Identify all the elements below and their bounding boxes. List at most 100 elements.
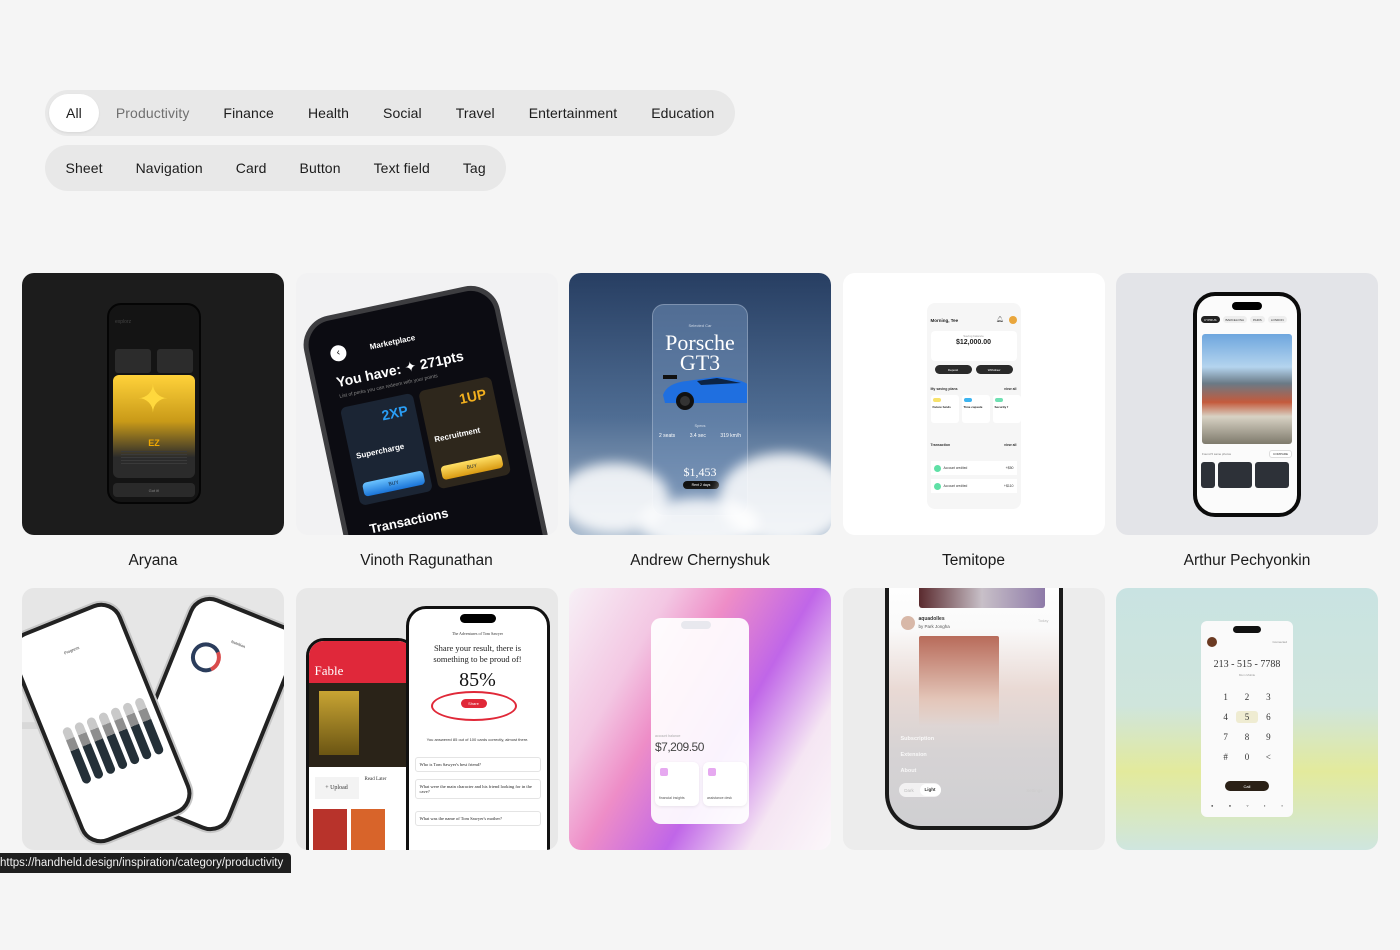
phone-mockup: Morning, Tee 🔔︎ Saving balance $12,000.0… bbox=[926, 303, 1021, 509]
promo-sheet: ✦ EZ bbox=[113, 375, 195, 478]
car-image bbox=[663, 375, 747, 410]
transaction-row: Account credited +$110 bbox=[930, 479, 1017, 493]
dial-key: # bbox=[1223, 752, 1228, 762]
tile-label: assistance desk bbox=[707, 796, 732, 800]
design-card[interactable]: Morning, Tee 🔔︎ Saving balance $12,000.0… bbox=[842, 273, 1105, 588]
balance-amount: $7,209.50 bbox=[655, 740, 704, 754]
design-card[interactable]: explorz ✦ EZ Got it! Aryana bbox=[22, 273, 284, 588]
compare-button: COMPARE bbox=[1269, 450, 1292, 458]
screen-header: Selected Car bbox=[688, 323, 712, 328]
dynamic-island bbox=[459, 614, 496, 623]
design-card[interactable]: account balance $7,209.50 financial insi… bbox=[569, 588, 831, 890]
specs-values: 2 seats 3.4 sec 319 km/h bbox=[659, 433, 741, 439]
plan-name: Time capsule bbox=[963, 405, 983, 409]
dial-key: 8 bbox=[1244, 732, 1250, 742]
author-name[interactable]: Aryana bbox=[128, 535, 177, 588]
filter-chip-productivity[interactable]: Productivity bbox=[99, 94, 207, 132]
filter-chip-entertainment[interactable]: Entertainment bbox=[512, 94, 634, 132]
view-all-link: view all bbox=[1004, 387, 1017, 391]
feature-tile: financial insights bbox=[655, 762, 699, 806]
screen-title: Marketplace bbox=[368, 333, 416, 352]
filter-chip-health[interactable]: Health bbox=[291, 94, 366, 132]
dial-key: 7 bbox=[1223, 732, 1228, 742]
spec-top-speed: 319 km/h bbox=[720, 433, 741, 439]
shield-icon: ▿ bbox=[1246, 803, 1249, 808]
card-thumbnail[interactable]: Connected 213 - 515 - 7788 Mum Mobile 1 … bbox=[1116, 588, 1378, 850]
dial-key: < bbox=[1265, 752, 1271, 762]
filter-chip-finance[interactable]: Finance bbox=[206, 94, 291, 132]
card-thumbnail[interactable]: account balance $7,209.50 financial insi… bbox=[569, 588, 831, 850]
card-thumbnail[interactable]: Selected Car Porsche GT3 Specs 2 seats 3… bbox=[569, 273, 831, 535]
book-title: The Adventures of Tom Sawyer bbox=[452, 631, 503, 636]
dial-key: 4 bbox=[1223, 712, 1228, 722]
lock-icon: ▪ bbox=[1281, 803, 1283, 808]
byline: by Park Jongha bbox=[918, 624, 950, 629]
dynamic-island bbox=[1233, 626, 1261, 633]
filter-chip-button[interactable]: Button bbox=[283, 149, 357, 187]
section-title: Transactions bbox=[367, 505, 450, 535]
design-card[interactable]: —Fitex Nutrition Progress bbox=[22, 588, 284, 890]
plan-card: Future funds bbox=[930, 395, 959, 423]
rent-button: Rent 2 days bbox=[683, 481, 719, 489]
spec-seats: 2 seats bbox=[659, 433, 676, 439]
viewport-clip bbox=[0, 873, 1400, 950]
dial-key: 2 bbox=[1244, 692, 1250, 702]
card-thumbnail[interactable]: CYPRUS BARCELONA PARIS LONDON Found 5 sa… bbox=[1116, 273, 1378, 535]
balance-amount: $12,000.00 bbox=[955, 339, 992, 346]
theme-toggle: Dark Light bbox=[898, 783, 941, 797]
author-name[interactable]: Andrew Chernyshuk bbox=[630, 535, 770, 588]
design-card[interactable]: CYPRUS BARCELONA PARIS LONDON Found 5 sa… bbox=[1116, 273, 1378, 588]
author-name[interactable]: Arthur Pechyonkin bbox=[1184, 535, 1311, 588]
username: aquadolles bbox=[918, 616, 945, 622]
design-card[interactable]: ‹ Marketplace You have: ✦ 271pts List of… bbox=[295, 273, 558, 588]
card-thumbnail[interactable]: Fable + Upload Read Later The Adventures… bbox=[295, 588, 558, 850]
design-card[interactable]: Connected 213 - 515 - 7788 Mum Mobile 1 … bbox=[1116, 588, 1378, 890]
author-name[interactable]: Temitope bbox=[942, 535, 1005, 588]
contact-label: Mum Mobile bbox=[1238, 673, 1256, 677]
plan-card: Time capsule bbox=[961, 395, 990, 423]
connection-status: Connected bbox=[1272, 640, 1287, 644]
tile-label: financial insights bbox=[659, 796, 685, 800]
card-thumbnail[interactable]: —Fitex Nutrition Progress bbox=[22, 588, 284, 850]
ez-badge: EZ bbox=[148, 438, 160, 448]
link-status-tooltip: https://handheld.design/inspiration/cate… bbox=[0, 853, 292, 873]
design-card[interactable]: aquadolles by Park Jongha Today Subscrip… bbox=[842, 588, 1105, 890]
card-thumbnail[interactable]: explorz ✦ EZ Got it! bbox=[22, 273, 284, 535]
got-it-button: Got it! bbox=[113, 483, 195, 497]
city-tab: LONDON bbox=[1267, 316, 1287, 323]
filter-chip-card[interactable]: Card bbox=[219, 149, 283, 187]
author-name[interactable]: Vinoth Ragunathan bbox=[360, 535, 492, 588]
card-thumbnail[interactable]: aquadolles by Park Jongha Today Subscrip… bbox=[842, 588, 1105, 850]
perk-card: 2XP Supercharge BUY bbox=[339, 392, 433, 506]
card-thumbnail[interactable]: ‹ Marketplace You have: ✦ 271pts List of… bbox=[295, 273, 558, 535]
design-card[interactable]: Selected Car Porsche GT3 Specs 2 seats 3… bbox=[569, 273, 831, 588]
transaction-row: Account credited +$50 bbox=[930, 461, 1017, 475]
filter-chip-education[interactable]: Education bbox=[634, 94, 731, 132]
transactions-label: Transaction bbox=[930, 443, 951, 447]
balance-card: Saving balance $12,000.00 bbox=[930, 331, 1017, 361]
filter-chip-sheet[interactable]: Sheet bbox=[49, 149, 119, 187]
balance-label: account balance bbox=[655, 734, 681, 738]
perk-badge: 2XP bbox=[379, 402, 409, 424]
menu-item: Extension bbox=[900, 752, 927, 758]
plan-name: Future funds bbox=[932, 405, 951, 409]
component-filter-bar: Sheet Navigation Card Button Text field … bbox=[45, 145, 507, 191]
card-thumbnail[interactable]: Morning, Tee 🔔︎ Saving balance $12,000.0… bbox=[842, 273, 1105, 535]
back-icon: ‹ bbox=[328, 343, 348, 363]
filter-chip-navigation[interactable]: Navigation bbox=[119, 149, 219, 187]
phone-mockup: The Adventures of Tom Sawyer Share your … bbox=[405, 606, 550, 850]
filter-chip-social[interactable]: Social bbox=[366, 94, 439, 132]
filter-chip-travel[interactable]: Travel bbox=[439, 94, 512, 132]
plan-name: Security f bbox=[994, 405, 1009, 409]
filter-chip-tag[interactable]: Tag bbox=[446, 149, 502, 187]
transaction-amount: +$50 bbox=[1005, 466, 1014, 470]
share-button: Share bbox=[460, 699, 487, 708]
filter-chip-text-field[interactable]: Text field bbox=[357, 149, 446, 187]
found-text: Found 5 same photos bbox=[1202, 452, 1232, 456]
app-title: Fable bbox=[314, 663, 344, 678]
settings-link: Settings bbox=[1026, 788, 1043, 793]
filter-chip-all[interactable]: All bbox=[49, 94, 99, 132]
dial-pad: 1 2 3 4 5 6 7 8 9 # 0 < bbox=[1215, 691, 1279, 763]
design-card[interactable]: Fable + Upload Read Later The Adventures… bbox=[295, 588, 558, 890]
dial-key: 9 bbox=[1266, 732, 1271, 742]
